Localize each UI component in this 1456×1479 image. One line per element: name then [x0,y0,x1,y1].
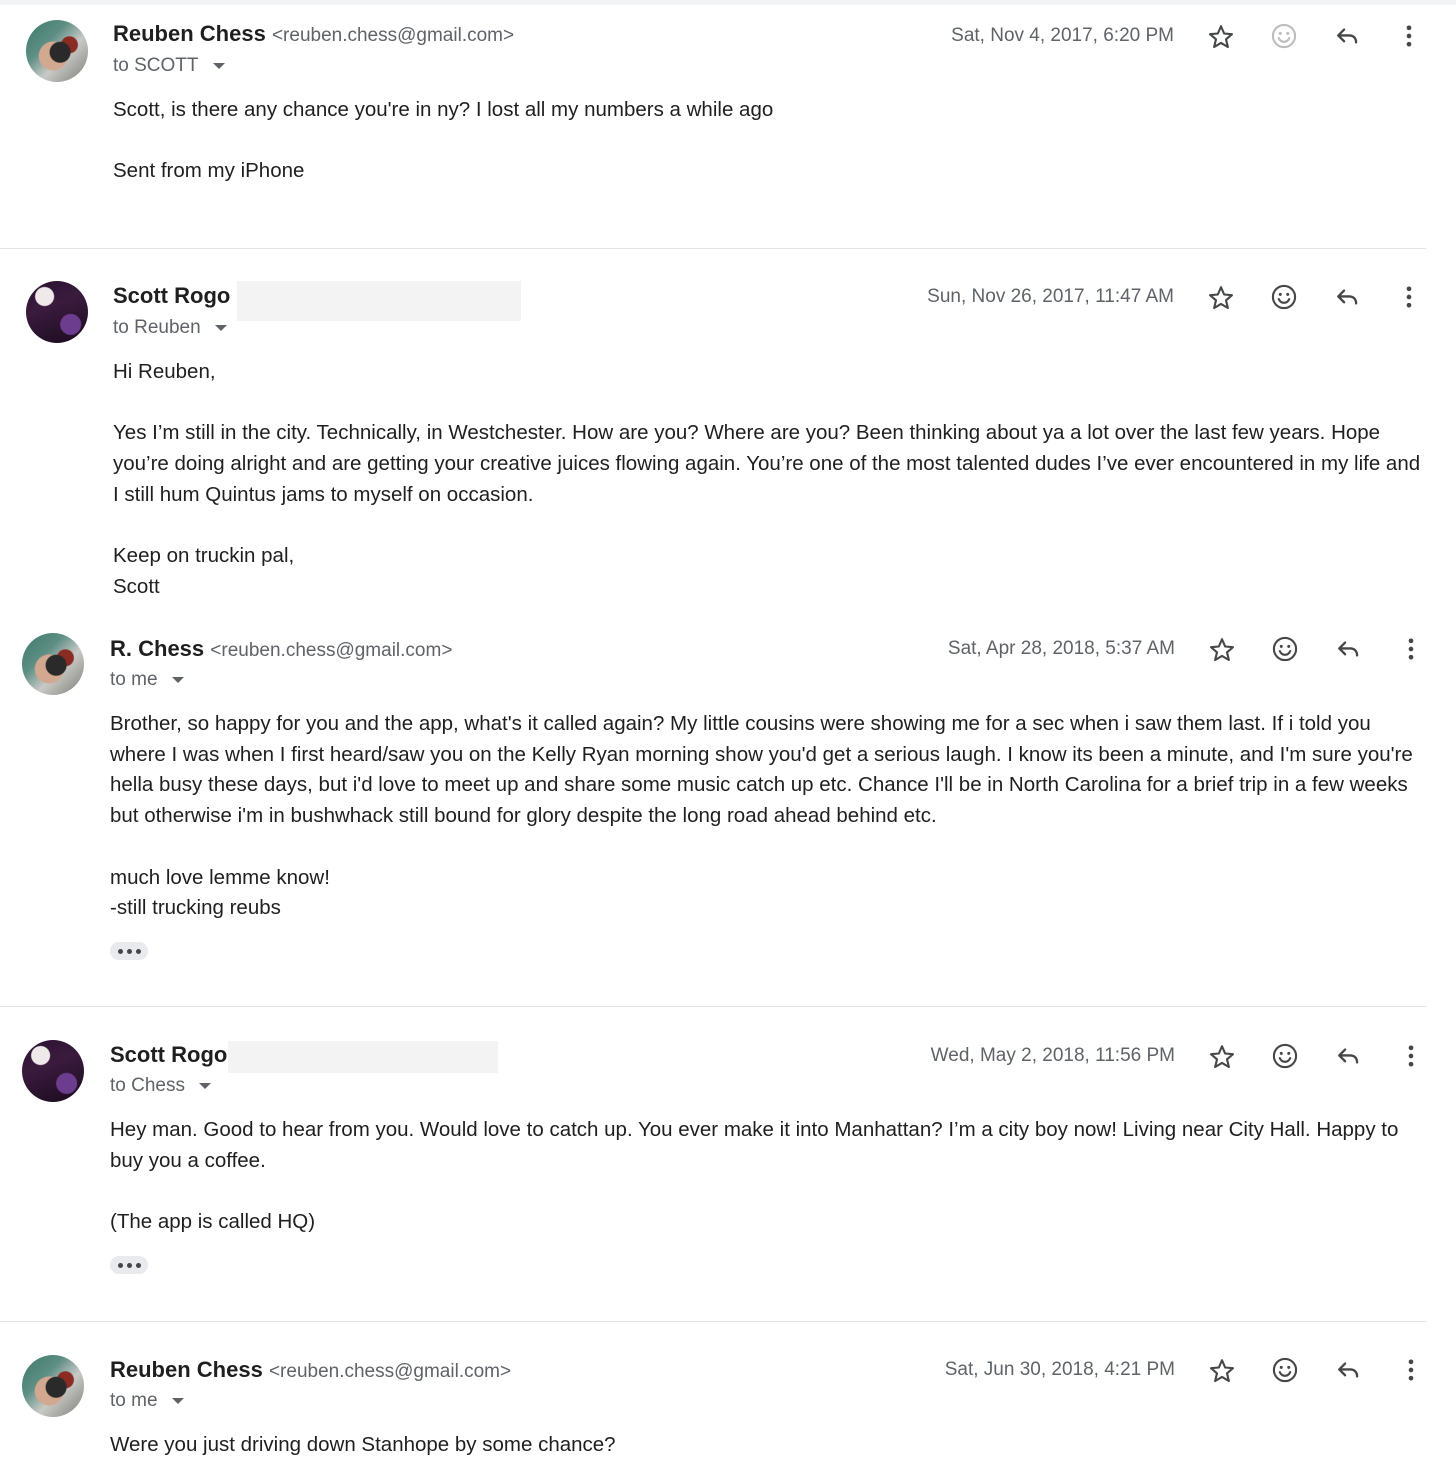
reply-icon[interactable] [1333,1355,1363,1385]
message-line: much love lemme know! [110,865,330,889]
message-line: (The app is called HQ) [110,1210,316,1234]
sender: Reuben Chess <reuben.chess@gmail.com> [110,1357,511,1383]
more-options-icon[interactable] [1396,1355,1426,1385]
timestamp: Sat, Apr 28, 2018, 5:37 AM [947,638,1175,659]
sender: Scott Rogo [110,1042,227,1068]
emoji-reaction-icon[interactable] [1270,1041,1300,1071]
message-line: Keep on truckin pal, [113,544,295,568]
timestamp: Sun, Nov 26, 2017, 11:47 AM [927,286,1174,307]
emoji-reaction-icon[interactable] [1270,1355,1300,1385]
show-trimmed-content-button[interactable] [110,942,148,960]
star-icon[interactable] [1206,22,1236,52]
message-line [110,832,1428,863]
sender: Scott Rogo [113,283,230,309]
email-message: Scott Rogo to Chess Wed, May 2, 2018, 11… [0,1018,1456,1318]
message-line: Brother, so happy for you and the app, w… [110,712,1413,828]
recipient-label: to SCOTT [113,55,199,76]
message-line [113,388,1428,419]
message-divider [0,1006,1426,1007]
timestamp: Sat, Nov 4, 2017, 6:20 PM [951,25,1174,46]
message-line: -still trucking reubs [110,896,281,920]
sender-email: <reuben.chess@gmail.com> [268,1361,512,1382]
sender-name[interactable]: R. Chess [110,636,204,661]
message-line [113,511,1428,542]
star-icon[interactable] [1206,283,1236,313]
message-body: Hey man. Good to hear from you. Would lo… [110,1115,1428,1238]
chevron-down-icon [214,325,227,331]
sender: Reuben Chess <reuben.chess@gmail.com> [113,21,514,47]
sender-name[interactable]: Scott Rogo [110,1042,227,1067]
chevron-down-icon [212,63,225,69]
avatar[interactable] [22,1355,84,1417]
message-body: Scott, is there any chance you're in ny?… [113,95,1423,187]
reply-icon[interactable] [1333,634,1363,664]
message-line: Scott, is there any chance you're in ny?… [113,98,774,121]
avatar[interactable] [26,281,88,343]
timestamp: Sat, Jun 30, 2018, 4:21 PM [944,1359,1175,1380]
emoji-reaction-icon[interactable] [1269,282,1299,312]
email-message: R. Chess <reuben.chess@gmail.com> to me … [0,612,1456,1007]
timestamp: Wed, May 2, 2018, 11:56 PM [930,1045,1175,1066]
avatar[interactable] [22,1040,84,1102]
redacted-email-address [228,1041,498,1073]
recipient-label: to Reuben [113,317,201,338]
avatar[interactable] [22,633,84,695]
sender-email: <reuben.chess@gmail.com> [210,640,453,661]
star-icon[interactable] [1207,1356,1237,1386]
email-message: Scott Rogo to Reuben Sun, Nov 26, 2017, … [0,260,1456,615]
message-line: Were you just driving down Stanhope by s… [110,1433,616,1456]
avatar[interactable] [26,20,88,82]
star-icon[interactable] [1207,635,1237,665]
recipient-label: to me [110,669,158,690]
recipient-label: to me [110,1390,158,1411]
message-divider [0,1321,1426,1322]
recipient-toggle[interactable]: to Reuben [113,317,227,339]
message-body: Hi Reuben, Yes I’m still in the city. Te… [113,357,1428,603]
message-line [113,126,1423,157]
more-options-icon[interactable] [1396,634,1426,664]
chevron-down-icon [171,677,184,683]
sender-name[interactable]: Reuben Chess [113,21,266,46]
reply-icon[interactable] [1332,282,1362,312]
message-line: Scott [113,574,160,598]
recipient-label: to Chess [110,1075,185,1096]
recipient-toggle[interactable]: to me [110,1390,184,1412]
message-line: Hi Reuben, [113,360,216,383]
reply-icon[interactable] [1333,1041,1363,1071]
sender-name[interactable]: Scott Rogo [113,283,230,308]
recipient-toggle[interactable]: to Chess [110,1075,211,1097]
message-line [110,1176,1428,1207]
chevron-down-icon [171,1398,184,1404]
more-options-icon[interactable] [1396,1041,1426,1071]
message-body: Brother, so happy for you and the app, w… [110,709,1428,924]
email-message: Reuben Chess <reuben.chess@gmail.com> to… [0,1333,1456,1479]
emoji-reaction-icon[interactable] [1270,634,1300,664]
message-body: Were you just driving down Stanhope by s… [110,1430,1428,1461]
chevron-down-icon [198,1083,211,1089]
star-icon[interactable] [1207,1042,1237,1072]
message-line: Yes I’m still in the city. Technically, … [113,421,1421,506]
emoji-reaction-icon [1269,21,1299,51]
more-options-icon[interactable] [1394,282,1424,312]
more-options-icon[interactable] [1394,21,1424,51]
reply-icon[interactable] [1332,21,1362,51]
sender-email: <reuben.chess@gmail.com> [271,25,515,46]
show-trimmed-content-button[interactable] [110,1256,148,1274]
email-message: Reuben Chess <reuben.chess@gmail.com> to… [0,0,1456,250]
message-line: Hey man. Good to hear from you. Would lo… [110,1118,1399,1172]
message-divider [0,248,1426,249]
message-line: Sent from my iPhone [113,159,305,183]
redacted-email-address [237,281,521,321]
recipient-toggle[interactable]: to me [110,669,184,691]
sender-name[interactable]: Reuben Chess [110,1357,263,1382]
sender: R. Chess <reuben.chess@gmail.com> [110,636,452,662]
recipient-toggle[interactable]: to SCOTT [113,55,225,77]
